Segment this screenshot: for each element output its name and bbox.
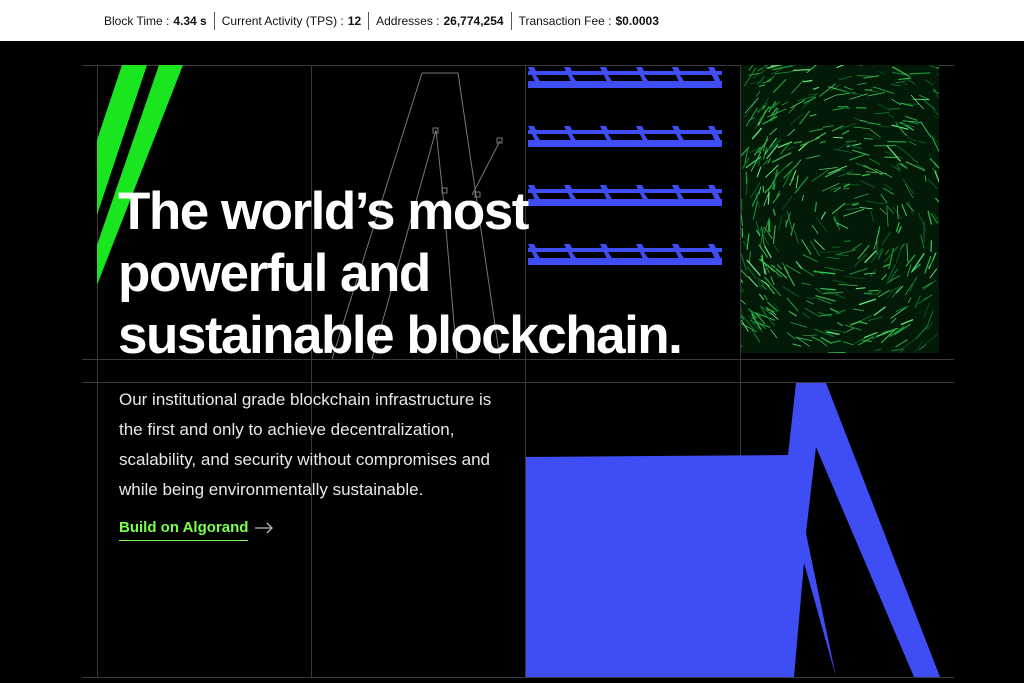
stat-label: Addresses :	[376, 13, 440, 28]
headline-line: sustainable blockchain.	[118, 306, 683, 365]
stat-label: Block Time :	[104, 13, 170, 28]
stat-value: 4.34 s	[173, 13, 207, 28]
build-on-algorand-link[interactable]: Build on Algorand	[119, 519, 274, 541]
grid-line	[82, 677, 954, 678]
stat-label: Transaction Fee :	[518, 13, 612, 28]
green-particle-swirl-image	[741, 65, 939, 353]
stat-value: 12	[347, 13, 362, 28]
hero-headline: The world’s most powerful and sustainabl…	[118, 181, 683, 367]
cta-label: Build on Algorand	[119, 519, 249, 541]
headline-line: powerful and	[118, 244, 431, 303]
hero-description: Our institutional grade blockchain infra…	[119, 390, 492, 499]
blue-logo-graphic	[526, 383, 940, 677]
stat-addresses: Addresses : 26,774,254	[368, 11, 510, 30]
stat-tps: Current Activity (TPS) : 12	[213, 11, 368, 30]
stat-value: 26,774,254	[443, 13, 504, 28]
stat-value: $0.0003	[615, 13, 659, 28]
network-stats-bar: Block Time : 4.34 s Current Activity (TP…	[0, 0, 1024, 41]
stat-block-time: Block Time : 4.34 s	[104, 12, 214, 30]
stat-label: Current Activity (TPS) :	[221, 13, 344, 28]
headline-line: The world’s most	[118, 182, 529, 241]
arrow-right-icon	[255, 522, 274, 534]
stat-transaction-fee: Transaction Fee : $0.0003	[510, 11, 666, 30]
hero-section: The world’s most powerful and sustainabl…	[0, 41, 1024, 683]
